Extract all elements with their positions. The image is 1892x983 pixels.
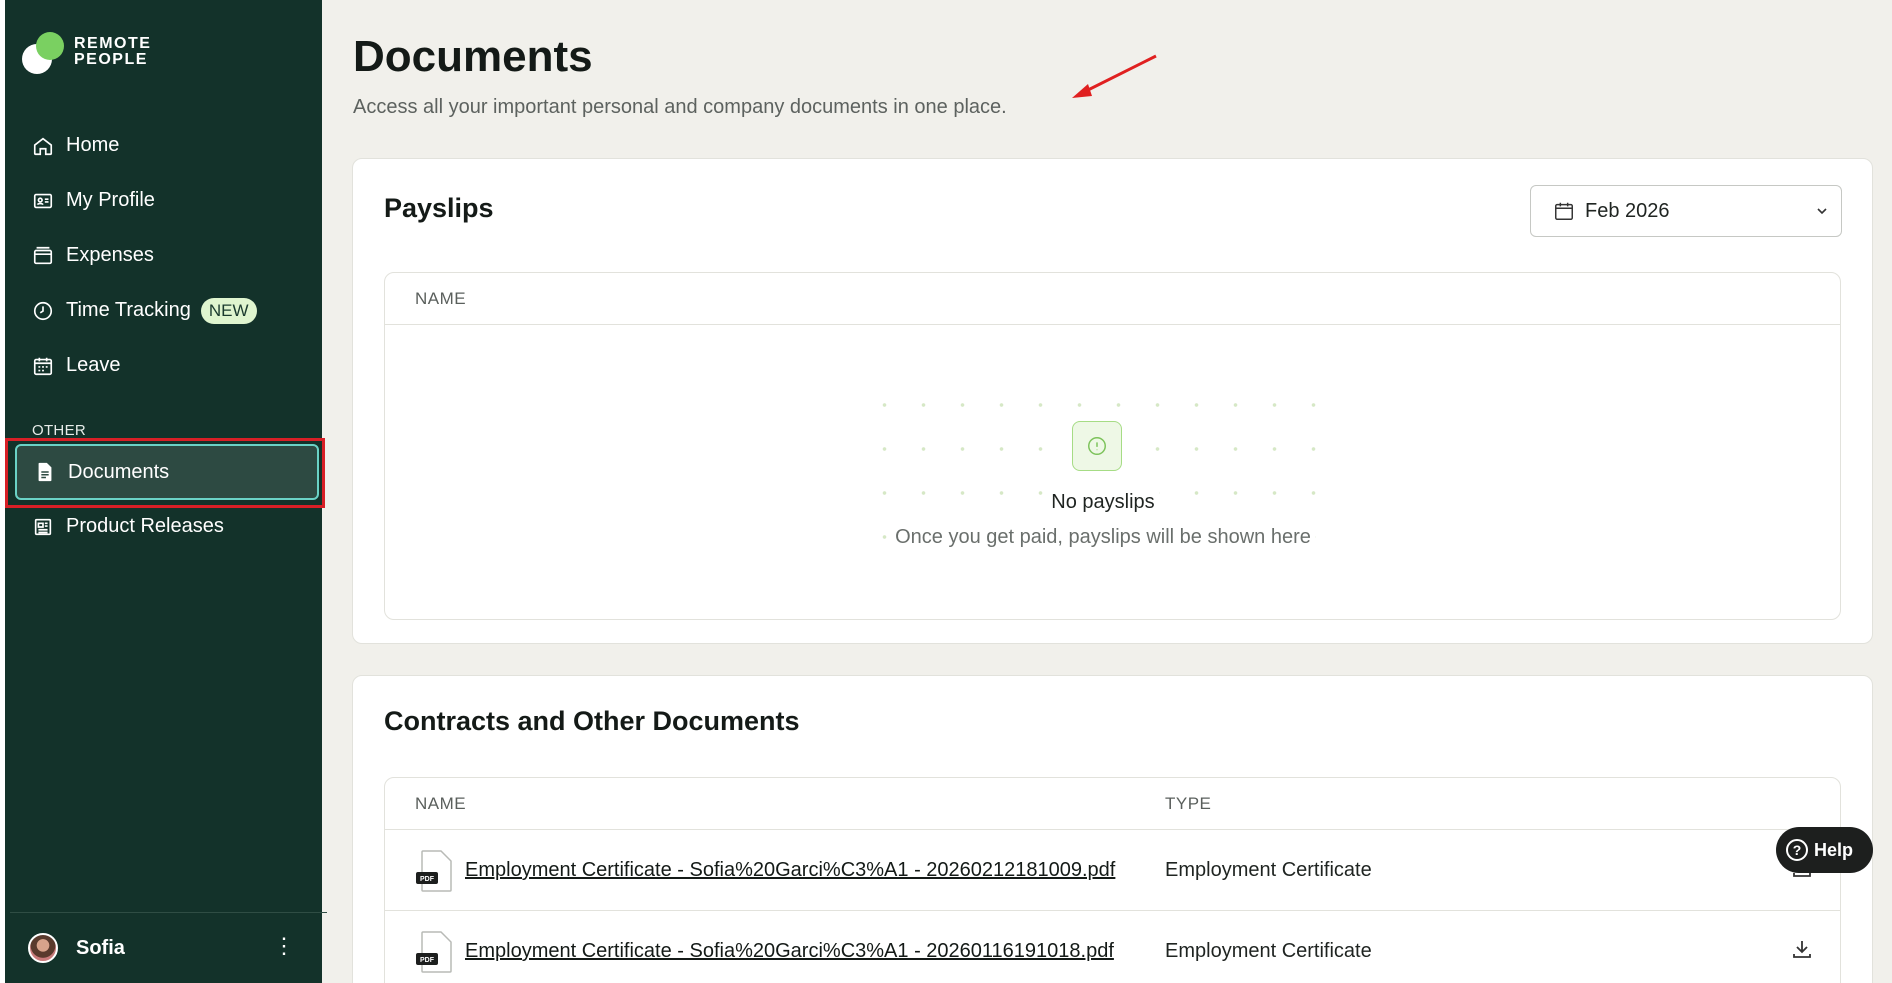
clock-icon <box>33 301 53 320</box>
empty-state-subtitle: Once you get paid, payslips will be show… <box>845 526 1361 549</box>
sidebar-item-label: Documents <box>68 460 170 483</box>
pdf-file-icon: PDF <box>416 931 452 973</box>
document-icon <box>38 462 52 482</box>
pdf-badge-label: PDF <box>420 876 435 883</box>
sidebar-section-other: OTHER <box>32 422 86 439</box>
month-select[interactable]: Feb 2026 <box>1530 185 1842 237</box>
sidebar: REMOTE PEOPLE Home My Profile Expenses T… <box>0 0 327 983</box>
logo-text: REMOTE PEOPLE <box>74 36 151 68</box>
document-link[interactable]: Employment Certificate - Sofia%20Garci%C… <box>465 940 1136 963</box>
sidebar-item-label: My Profile <box>66 189 155 211</box>
more-vertical-icon[interactable]: ⋮ <box>273 935 295 957</box>
sidebar-nav: Home My Profile Expenses Time Tracking N… <box>10 118 322 393</box>
column-header-name: NAME <box>415 794 467 813</box>
column-header-name: NAME <box>415 289 467 308</box>
table-header: NAME TYPE <box>385 778 1840 830</box>
empty-state-title-text: No payslips <box>1047 491 1159 513</box>
logo-line-1: REMOTE <box>74 35 152 52</box>
sidebar-item-label: Product Releases <box>66 515 224 537</box>
user-name: Sofia <box>76 936 125 959</box>
sidebar-item-my-profile[interactable]: My Profile <box>10 173 322 228</box>
table-row: PDF Employment Certificate - Sofia%20Gar… <box>385 911 1840 983</box>
sidebar-item-documents[interactable]: Documents <box>15 444 319 500</box>
table-row: PDF Employment Certificate - Sofia%20Gar… <box>385 830 1840 911</box>
contracts-card: Contracts and Other Documents NAME TYPE … <box>352 675 1873 983</box>
download-icon[interactable] <box>1790 937 1814 961</box>
home-icon <box>33 137 53 155</box>
new-badge: NEW <box>200 297 257 324</box>
sidebar-item-label: Leave <box>66 354 121 376</box>
payslips-title: Payslips <box>384 193 494 223</box>
calendar-icon <box>1555 202 1573 220</box>
info-icon <box>1072 421 1122 471</box>
logo-mark-icon <box>22 30 66 74</box>
sidebar-item-label: Time Tracking <box>66 299 191 321</box>
document-link[interactable]: Employment Certificate - Sofia%20Garci%C… <box>465 859 1136 882</box>
page-title: Documents <box>353 32 593 81</box>
logo-line-2: PEOPLE <box>74 51 148 68</box>
contracts-table: NAME TYPE PDF Employment Certificate - S… <box>384 777 1841 983</box>
payslips-card: Payslips Feb 2026 NAME No payslips Once … <box>352 158 1873 644</box>
pdf-badge-label: PDF <box>420 957 435 964</box>
user-menu[interactable]: Sofia ⋮ <box>10 912 327 983</box>
newspaper-icon <box>34 518 52 535</box>
empty-state-title: No payslips <box>865 491 1341 514</box>
chevron-down-icon <box>1817 208 1827 215</box>
sidebar-item-label: Expenses <box>66 244 154 266</box>
payslips-table: NAME No payslips Once you get paid, pays… <box>384 272 1841 620</box>
logo[interactable]: REMOTE PEOPLE <box>22 30 151 74</box>
help-label: Help <box>1814 839 1854 860</box>
calendar-icon <box>33 357 53 375</box>
sidebar-item-label: Home <box>66 134 120 156</box>
sidebar-item-home[interactable]: Home <box>10 118 322 173</box>
help-button[interactable]: ? Help <box>1776 827 1873 873</box>
empty-state: No payslips Once you get paid, payslips … <box>865 383 1341 573</box>
sidebar-other-nav: Product Releases <box>10 499 322 554</box>
empty-state-subtitle-text: Once you get paid, payslips will be show… <box>891 526 1315 548</box>
document-type: Employment Certificate <box>1165 859 1372 881</box>
wallet-icon <box>33 246 53 264</box>
pdf-file-icon: PDF <box>416 850 452 892</box>
question-icon: ? <box>1786 839 1808 861</box>
contracts-title: Contracts and Other Documents <box>384 706 800 736</box>
month-select-value: Feb 2026 <box>1585 199 1670 222</box>
avatar <box>28 933 58 963</box>
sidebar-item-time-tracking[interactable]: Time Tracking NEW <box>10 283 322 338</box>
document-type: Employment Certificate <box>1165 940 1372 962</box>
sidebar-item-expenses[interactable]: Expenses <box>10 228 322 283</box>
column-header-type: TYPE <box>1165 794 1212 813</box>
table-header: NAME <box>385 273 1840 325</box>
id-card-icon <box>33 193 53 208</box>
sidebar-item-leave[interactable]: Leave <box>10 338 322 393</box>
sidebar-item-product-releases[interactable]: Product Releases <box>10 499 322 554</box>
red-arrow-annotation <box>1072 54 1157 98</box>
page-subtitle: Access all your important personal and c… <box>353 96 1007 118</box>
